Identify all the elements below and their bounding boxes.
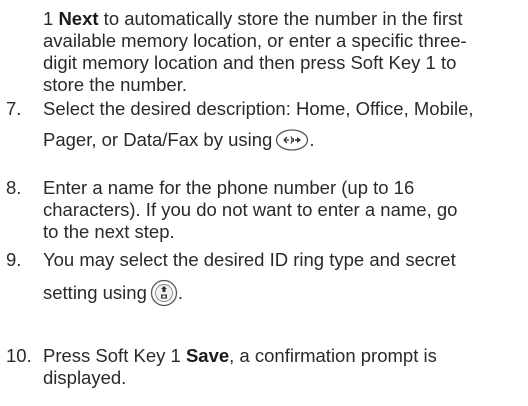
side-volume-key-icon [150, 279, 178, 307]
continuation-line-2: available memory location, or enter a sp… [43, 30, 467, 51]
continuation-line-1: 1 Next to automatically store the number… [43, 8, 463, 29]
step-number: 8. [6, 177, 22, 198]
next-keyword: Next [58, 8, 99, 29]
step-number: 10. [6, 345, 32, 366]
step-6-continuation: 1 Next to automatically store the number… [43, 8, 523, 96]
save-keyword: Save [185, 345, 230, 366]
manual-page: 1 Next to automatically store the number… [0, 0, 528, 406]
step-text: Select the desired description: Home, Of… [43, 98, 474, 151]
navigation-key-icon [275, 129, 309, 151]
step-number: 7. [6, 98, 22, 119]
continuation-line-4: store the number. [43, 74, 187, 95]
step-text: You may select the desired ID ring type … [43, 249, 523, 308]
step-text: Press Soft Key 1 Save, a confirmation pr… [43, 345, 437, 388]
step-number: 9. [6, 249, 22, 270]
step-text: Enter a name for the phone number (up to… [43, 177, 458, 242]
continuation-line-3: digit memory location and then press Sof… [43, 52, 457, 73]
